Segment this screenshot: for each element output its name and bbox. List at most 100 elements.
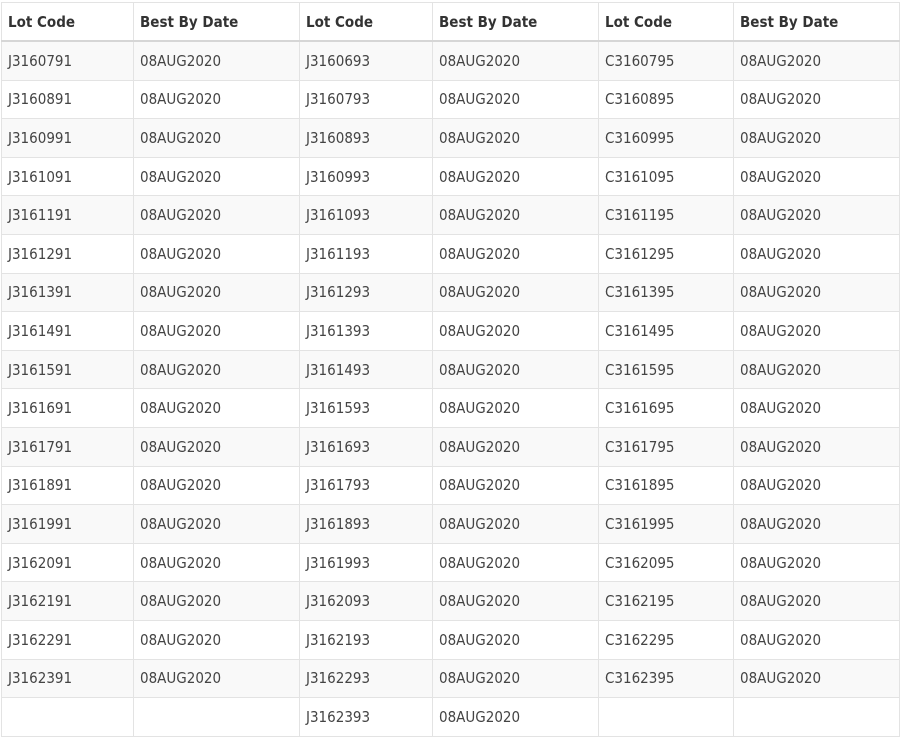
best-by-date-cell: 08AUG2020 [133,388,300,428]
table-row: J3160791 08AUG2020 J3160693 08AUG2020 C31607… [1,40,900,81]
best-by-date-cell: 08AUG2020 [432,118,599,158]
table-row: J3161591 08AUG2020 J3161493 08AUG2020 C31615… [1,349,900,390]
best-by-date-cell: 08AUG2020 [432,619,599,660]
best-by-date-cell: 08AUG2020 [733,79,900,120]
lot-code-cell: J3162191 [1,581,134,621]
table-row: J3162091 08AUG2020 J3161993 08AUG2020 C31620… [1,542,900,583]
lot-code-cell: C3160795 [598,40,734,81]
header-best-by-date-3: Best By Date [733,2,900,42]
lot-code-cell: J3161791 [1,426,134,467]
best-by-date-cell [733,697,900,737]
best-by-date-cell: 08AUG2020 [133,311,300,351]
lot-code-cell: C3162295 [598,619,734,660]
lot-code-cell [598,697,734,737]
best-by-date-cell: 08AUG2020 [133,272,300,313]
header-best-by-date-1: Best By Date [133,2,300,42]
best-by-date-cell: 08AUG2020 [733,619,900,660]
table-row: J3161691 08AUG2020 J3161593 08AUG2020 C31616… [1,388,900,428]
best-by-date-cell: 08AUG2020 [432,388,599,428]
best-by-date-cell: 08AUG2020 [733,658,900,699]
lot-code-cell: C3161695 [598,388,734,428]
lot-code-cell: C3162195 [598,581,734,621]
best-by-date-cell: 08AUG2020 [432,658,599,699]
header-lot-code-3: Lot Code [598,2,734,42]
lot-code-cell: J3160993 [299,156,433,197]
best-by-date-cell [133,697,300,737]
lot-code-cell: J3161591 [1,349,134,390]
lot-code-cell: J3161693 [299,426,433,467]
best-by-date-cell: 08AUG2020 [133,156,300,197]
best-by-date-cell: 08AUG2020 [133,426,300,467]
best-by-date-cell: 08AUG2020 [133,465,300,506]
lot-code-cell: J3160793 [299,79,433,120]
lot-code-cell: J3161593 [299,388,433,428]
lot-code-cell: C3160995 [598,118,734,158]
table-row: J3161991 08AUG2020 J3161893 08AUG2020 C31619… [1,504,900,544]
best-by-date-cell: 08AUG2020 [432,349,599,390]
table-row: J3161491 08AUG2020 J3161393 08AUG2020 C31614… [1,311,900,351]
best-by-date-cell: 08AUG2020 [733,349,900,390]
lot-code-cell: C3161595 [598,349,734,390]
lot-code-cell: C3161195 [598,195,734,235]
best-by-date-cell: 08AUG2020 [133,658,300,699]
lot-code-cell: C3161095 [598,156,734,197]
best-by-date-cell: 08AUG2020 [432,272,599,313]
lot-code-cell: C3161495 [598,311,734,351]
lot-code-cell: C3160895 [598,79,734,120]
lot-code-cell: J3162091 [1,542,134,583]
table-row: J3161391 08AUG2020 J3161293 08AUG2020 C31613… [1,272,900,313]
lot-code-cell: J3161493 [299,349,433,390]
header-best-by-date-2: Best By Date [432,2,599,42]
table-row: J3161791 08AUG2020 J3161693 08AUG2020 C31617… [1,426,900,467]
best-by-date-cell: 08AUG2020 [733,581,900,621]
lot-code-cell: J3161293 [299,272,433,313]
table-row: J3161891 08AUG2020 J3161793 08AUG2020 C31618… [1,465,900,506]
lot-code-cell: J3161993 [299,542,433,583]
table-row: J3160891 08AUG2020 J3160793 08AUG2020 C31608… [1,79,900,120]
lot-code-cell: J3162393 [299,697,433,737]
best-by-date-cell: 08AUG2020 [432,426,599,467]
lot-code-cell: J3161191 [1,195,134,235]
best-by-date-cell: 08AUG2020 [733,311,900,351]
table-row: J3162191 08AUG2020 J3162093 08AUG2020 C31621… [1,581,900,621]
lot-code-cell: J3161793 [299,465,433,506]
lot-code-cell: J3161893 [299,504,433,544]
best-by-date-cell: 08AUG2020 [133,195,300,235]
lot-code-cell: J3161491 [1,311,134,351]
best-by-date-cell: 08AUG2020 [432,195,599,235]
best-by-date-cell: 08AUG2020 [133,118,300,158]
best-by-date-cell: 08AUG2020 [133,349,300,390]
lot-code-cell: J3161393 [299,311,433,351]
lot-code-cell: J3161391 [1,272,134,313]
lot-code-cell: J3161691 [1,388,134,428]
best-by-date-cell: 08AUG2020 [733,388,900,428]
best-by-date-cell: 08AUG2020 [733,504,900,544]
lot-code-cell: J3161991 [1,504,134,544]
lot-code-cell: J3161093 [299,195,433,235]
best-by-date-cell: 08AUG2020 [733,233,900,274]
table-row: J3160991 08AUG2020 J3160893 08AUG2020 C31609… [1,118,900,158]
table-row: J3162393 08AUG2020 [1,697,900,737]
table-row: J3162291 08AUG2020 J3162193 08AUG2020 C31622… [1,619,900,660]
lot-code-cell: C3162395 [598,658,734,699]
lot-code-cell: C3161795 [598,426,734,467]
best-by-date-cell: 08AUG2020 [733,542,900,583]
lot-code-cell: J3162391 [1,658,134,699]
table-row: J3161291 08AUG2020 J3161193 08AUG2020 C31612… [1,233,900,274]
best-by-date-cell: 08AUG2020 [432,504,599,544]
lot-code-cell: C3161995 [598,504,734,544]
table-row: J3162391 08AUG2020 J3162293 08AUG2020 C31623… [1,658,900,699]
table-row: J3161191 08AUG2020 J3161093 08AUG2020 C31611… [1,195,900,235]
lot-code-cell: J3160891 [1,79,134,120]
best-by-date-cell: 08AUG2020 [733,156,900,197]
best-by-date-cell: 08AUG2020 [133,79,300,120]
table-header: Lot Code Best By Date Lot Code Best By D… [1,2,900,42]
lot-code-cell: J3160991 [1,118,134,158]
lot-code-table: Lot Code Best By Date Lot Code Best By D… [1,2,900,737]
best-by-date-cell: 08AUG2020 [733,426,900,467]
best-by-date-cell: 08AUG2020 [432,542,599,583]
header-lot-code-1: Lot Code [1,2,134,42]
best-by-date-cell: 08AUG2020 [733,118,900,158]
header-lot-code-2: Lot Code [299,2,433,42]
best-by-date-cell: 08AUG2020 [733,465,900,506]
